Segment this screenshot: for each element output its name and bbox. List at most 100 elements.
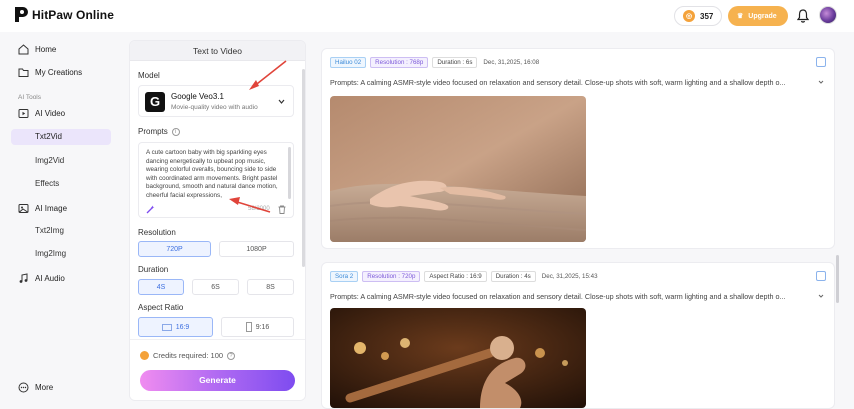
top-bar: HitPaw Online ◎ 357 ♛ Upgrade (0, 0, 854, 32)
model-select[interactable]: G Google Veo3.1 Movie-quality video with… (138, 85, 294, 117)
sidebar-item-img2vid[interactable]: Img2Vid (35, 153, 64, 169)
duration-tag: Duration : 6s (432, 57, 478, 68)
coin-icon (140, 351, 149, 360)
resolution-tag: Resolution : 720p (362, 271, 421, 282)
results-scrollbar[interactable] (836, 255, 839, 303)
resolution-options: 720P 1080P (138, 241, 294, 257)
aspect-ratio-tag: Aspect Ratio : 16:9 (424, 271, 487, 282)
info-icon[interactable]: i (171, 127, 180, 136)
sidebar-item-label: Home (35, 44, 57, 54)
google-logo-icon: G (145, 92, 165, 112)
resolution-option-1080p[interactable]: 1080P (219, 241, 294, 257)
sidebar-item-ai-audio[interactable]: AI Audio (18, 269, 65, 287)
image-icon (18, 203, 29, 213)
sidebar-item-home[interactable]: Home (18, 40, 56, 58)
panel-scrollbar[interactable] (302, 69, 305, 267)
aspect-ratio-label: Aspect Ratio (138, 303, 184, 312)
duration-option-6s[interactable]: 6S (192, 279, 239, 295)
sidebar-item-txt2vid[interactable]: Txt2Vid (11, 129, 111, 145)
sidebar-item-label: AI Image (35, 203, 68, 213)
credits-required-text: Credits required: 100 (153, 351, 224, 360)
result-tags: Sora 2 Resolution : 720p Aspect Ratio : … (330, 271, 598, 282)
aspect-ratio-options: 16:9 9:16 (138, 317, 294, 337)
result-prompt: Prompts: A calming ASMR-style video focu… (330, 78, 786, 87)
chevron-down-icon[interactable] (818, 79, 824, 85)
sidebar: Home My Creations AI Tools AI Video Txt2… (0, 32, 120, 409)
music-note-icon (19, 272, 28, 283)
aspect-option-label: 16:9 (175, 323, 190, 331)
generate-button[interactable]: Generate (140, 370, 295, 391)
prompt-text: A cute cartoon baby with big sparkling e… (146, 149, 278, 199)
prompts-label-row: Prompts i (138, 127, 180, 136)
model-tag: Hailuo 02 (330, 57, 367, 68)
folder-icon (18, 68, 29, 77)
video-thumbnail[interactable] (330, 96, 586, 242)
model-name: Google Veo3.1 (171, 92, 224, 101)
sidebar-item-my-creations[interactable]: My Creations (18, 63, 82, 81)
sidebar-item-ai-video[interactable]: AI Video (18, 104, 65, 122)
prompt-scrollbar[interactable] (288, 147, 291, 199)
result-card: Sora 2 Resolution : 720p Aspect Ratio : … (321, 262, 835, 409)
aspect-option-label: 9:16 (255, 323, 270, 331)
video-thumbnail[interactable] (330, 308, 586, 408)
result-date: Dec, 31,2025, 16:08 (483, 59, 540, 66)
aspect-option-9-16[interactable]: 9:16 (221, 317, 294, 337)
sidebar-item-img2img[interactable]: Img2Img (35, 246, 66, 262)
aspect-option-16-9[interactable]: 16:9 (138, 317, 213, 337)
model-description: Movie-quality video with audio (171, 104, 258, 111)
resolution-label: Resolution (138, 228, 176, 237)
char-count: 58/2000 (248, 206, 270, 212)
prompt-textarea[interactable]: A cute cartoon baby with big sparkling e… (138, 142, 294, 218)
sidebar-item-txt2img[interactable]: Txt2Img (35, 223, 64, 239)
prompts-label: Prompts (138, 127, 168, 136)
credits-value: 357 (700, 11, 714, 21)
duration-option-4s[interactable]: 4S (138, 279, 184, 295)
app-name: HitPaw Online (32, 7, 114, 22)
panel-footer: Credits required: 100 ? Generate (130, 339, 305, 400)
sidebar-item-effects[interactable]: Effects (35, 176, 59, 192)
text-to-video-panel: Text to Video Model G Google Veo3.1 Movi… (129, 40, 306, 401)
resolution-option-720p[interactable]: 720P (138, 241, 211, 257)
sidebar-item-label: AI Video (35, 108, 66, 118)
sidebar-item-label: My Creations (35, 67, 83, 77)
avatar[interactable] (819, 6, 837, 24)
model-tag: Sora 2 (330, 271, 359, 282)
hitpaw-logo-icon (15, 7, 28, 22)
landscape-icon (161, 323, 172, 331)
crown-icon: ♛ (737, 13, 744, 20)
resolution-tag: Resolution : 768p (370, 57, 429, 68)
credits-balance[interactable]: ◎ 357 (674, 6, 722, 26)
upgrade-label: Upgrade (748, 12, 777, 20)
video-thumbnail-image (330, 308, 586, 408)
duration-options: 4S 6S 8S (138, 279, 294, 295)
sidebar-item-ai-image[interactable]: AI Image (18, 199, 67, 217)
panel-title: Text to Video (130, 41, 305, 61)
app-logo[interactable]: HitPaw Online (14, 6, 114, 23)
duration-label: Duration (138, 265, 169, 274)
model-label: Model (138, 71, 160, 80)
video-icon (18, 108, 29, 118)
download-icon[interactable] (816, 271, 826, 281)
coin-icon: ◎ (683, 10, 695, 22)
bell-icon[interactable] (797, 9, 809, 23)
upgrade-button[interactable]: ♛ Upgrade (728, 6, 788, 26)
credits-required: Credits required: 100 ? (140, 351, 236, 360)
info-icon[interactable]: ? (227, 351, 236, 360)
result-prompt: Prompts: A calming ASMR-style video focu… (330, 292, 786, 301)
result-card: Hailuo 02 Resolution : 768p Duration : 6… (321, 48, 835, 249)
home-icon (18, 43, 29, 54)
sidebar-item-more[interactable]: More (18, 378, 53, 396)
more-icon (18, 382, 29, 392)
sidebar-item-label: More (35, 382, 54, 392)
sidebar-item-label: AI Audio (35, 273, 65, 283)
duration-option-8s[interactable]: 8S (247, 279, 294, 295)
trash-icon[interactable] (278, 205, 286, 214)
result-tags: Hailuo 02 Resolution : 768p Duration : 6… (330, 57, 539, 68)
download-icon[interactable] (816, 57, 826, 67)
video-thumbnail-image (330, 96, 586, 242)
duration-tag: Duration : 4s (490, 271, 536, 282)
portrait-icon (245, 322, 252, 332)
section-label-ai-tools: AI Tools (18, 94, 42, 101)
magic-wand-icon[interactable] (146, 205, 155, 214)
chevron-down-icon[interactable] (818, 293, 824, 299)
